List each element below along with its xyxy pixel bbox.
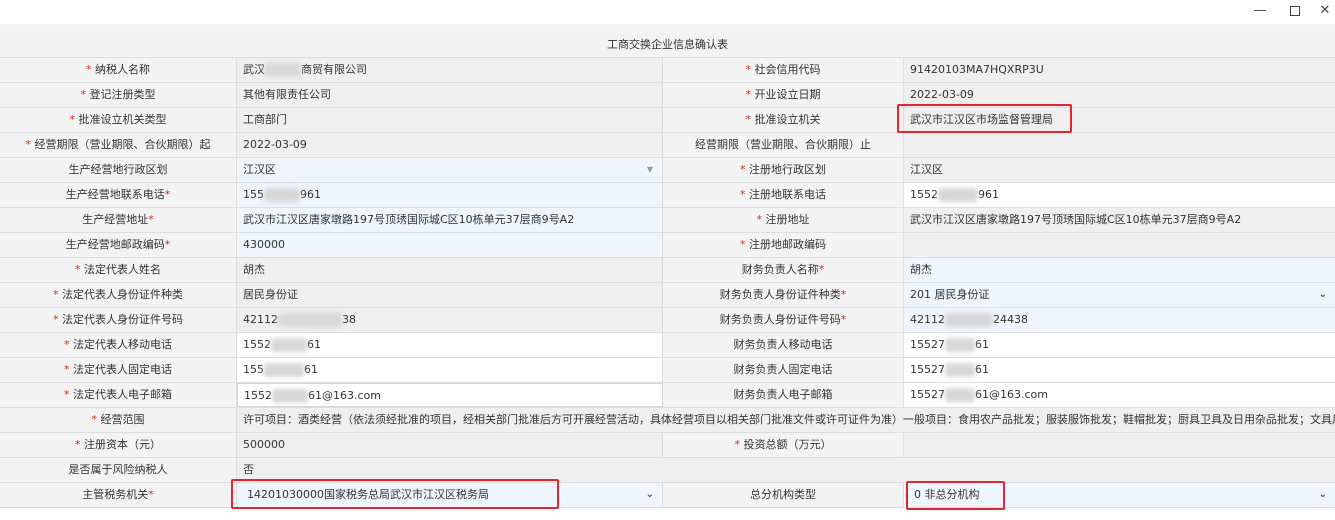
close-icon[interactable]: ✕ [1313, 2, 1335, 20]
row-id-type: * 法定代表人身份证件种类 居民身份证 财务负责人身份证件种类* 201 居民身… [0, 283, 1335, 308]
value-open-date: 2022-03-09 [904, 83, 1335, 107]
value-legal-id-type: 居民身份证 [237, 283, 663, 307]
value-term-start: 2022-03-09 [237, 133, 663, 157]
row-id-no: * 法定代表人身份证件号码 42112 38 财务负责人身份证件号码* 42112… [0, 308, 1335, 333]
biz-phone-input[interactable]: 155 961 [237, 183, 663, 207]
row-person-name: * 法定代表人姓名 胡杰 财务负责人名称* 胡杰 [0, 258, 1335, 283]
legal-email-input[interactable]: 1552 61@163.com [237, 383, 663, 407]
label-finance-id-no: 财务负责人身份证件号码* [663, 308, 904, 332]
row-postcode: 生产经营地邮政编码* 430000 * 注册地邮政编码 [0, 233, 1335, 258]
value-scope: 许可项目：酒类经营（依法须经批准的项目，经相关部门批准后方可开展经营活动，具体经… [237, 408, 1335, 432]
row-reg-type: * 登记注册类型 其他有限责任公司 * 开业设立日期 2022-03-09 [0, 83, 1335, 108]
finance-id-no-input[interactable]: 42112 24438 [904, 308, 1335, 332]
value-reg-district: 江汉区 [904, 158, 1335, 182]
label-biz-postcode: 生产经营地邮政编码* [0, 233, 237, 257]
value-reg-address: 武汉市江汉区唐家墩路197号顶琇国际城C区10栋单元37层商9号A2 [904, 208, 1335, 232]
value-approve-org-type: 工商部门 [237, 108, 663, 132]
minimize-icon[interactable]: — [1248, 2, 1272, 20]
label-capital: * 注册资本（元） [0, 433, 237, 457]
label-legal-id-type: * 法定代表人身份证件种类 [0, 283, 237, 307]
window-titlebar: — ✕ [0, 0, 1335, 24]
label-biz-address: 生产经营地址* [0, 208, 237, 232]
label-reg-district: * 注册地行政区划 [663, 158, 904, 182]
caret-down-icon: ▼ [646, 165, 653, 174]
row-email: * 法定代表人电子邮箱 1552 61@163.com 财务负责人电子邮箱 155… [0, 383, 1335, 408]
enterprise-info-form: 工商交换企业信息确认表 * 纳税人名称 武汉 商贸有限公司 * 社会信用代码 91… [0, 33, 1335, 508]
row-phone: 生产经营地联系电话* 155 961 * 注册地联系电话 1552 961 [0, 183, 1335, 208]
label-legal-id-no: * 法定代表人身份证件号码 [0, 308, 237, 332]
row-scope: * 经营范围 许可项目：酒类经营（依法须经批准的项目，经相关部门批准后方可开展经… [0, 408, 1335, 433]
label-legal-name: * 法定代表人姓名 [0, 258, 237, 282]
tax-authority-select[interactable]: 14201030000国家税务总局武汉市江汉区税务局 ⌄ [237, 483, 663, 507]
finance-mobile-input[interactable]: 15527 61 [904, 333, 1335, 357]
branch-type-select[interactable]: 0 非总分机构 ⌄ [904, 483, 1335, 507]
label-finance-fixed: 财务负责人固定电话 [663, 358, 904, 382]
label-reg-type: * 登记注册类型 [0, 83, 237, 107]
label-risk: 是否属于风险纳税人 [0, 458, 237, 482]
maximize-icon[interactable] [1283, 2, 1307, 20]
label-branch-type: 总分机构类型 [663, 483, 904, 507]
reg-phone-input[interactable]: 1552 961 [904, 183, 1335, 207]
label-biz-phone: 生产经营地联系电话* [0, 183, 237, 207]
label-finance-email: 财务负责人电子邮箱 [663, 383, 904, 407]
label-approve-org: * 批准设立机关 [663, 108, 904, 132]
value-investment [904, 433, 1335, 457]
legal-fixed-input[interactable]: 155 61 [237, 358, 663, 382]
row-address: 生产经营地址* 武汉市江汉区唐家墩路197号顶琇国际城C区10栋单元37层商9号… [0, 208, 1335, 233]
label-scope: * 经营范围 [0, 408, 237, 432]
biz-address-input[interactable]: 武汉市江汉区唐家墩路197号顶琇国际城C区10栋单元37层商9号A2 [237, 208, 663, 232]
label-finance-mobile: 财务负责人移动电话 [663, 333, 904, 357]
label-legal-fixed: * 法定代表人固定电话 [0, 358, 237, 382]
label-finance-id-type: 财务负责人身份证件种类* [663, 283, 904, 307]
row-district: 生产经营地行政区划 江汉区 ▼ * 注册地行政区划 江汉区 [0, 158, 1335, 183]
value-approve-org: 武汉市江汉区市场监督管理局 [904, 108, 1335, 132]
chevron-down-icon: ⌄ [1318, 289, 1327, 300]
label-reg-postcode: * 注册地邮政编码 [663, 233, 904, 257]
legal-mobile-input[interactable]: 1552 61 [237, 333, 663, 357]
row-tax-authority: 主管税务机关* 14201030000国家税务总局武汉市江汉区税务局 ⌄ 总分机构… [0, 483, 1335, 508]
label-reg-phone: * 注册地联系电话 [663, 183, 904, 207]
value-risk: 否 [237, 458, 1335, 482]
value-legal-id-no: 42112 38 [237, 308, 663, 332]
finance-fixed-input[interactable]: 15527 61 [904, 358, 1335, 382]
row-mobile: * 法定代表人移动电话 1552 61 财务负责人移动电话 15527 61 [0, 333, 1335, 358]
value-legal-name: 胡杰 [237, 258, 663, 282]
label-taxpayer-name: * 纳税人名称 [0, 58, 237, 82]
row-taxpayer-name: * 纳税人名称 武汉 商贸有限公司 * 社会信用代码 91420103MA7HQX… [0, 58, 1335, 83]
finance-name-input[interactable]: 胡杰 [904, 258, 1335, 282]
label-legal-mobile: * 法定代表人移动电话 [0, 333, 237, 357]
biz-postcode-input[interactable]: 430000 [237, 233, 663, 257]
form-title: 工商交换企业信息确认表 [0, 33, 1335, 58]
label-investment: * 投资总额（万元） [663, 433, 904, 457]
label-reg-address: * 注册地址 [663, 208, 904, 232]
value-reg-type: 其他有限责任公司 [237, 83, 663, 107]
finance-email-input[interactable]: 15527 61@163.com [904, 383, 1335, 407]
row-risk: 是否属于风险纳税人 否 [0, 458, 1335, 483]
label-approve-org-type: * 批准设立机关类型 [0, 108, 237, 132]
label-term-end: 经营期限（营业期限、合伙期限）止 [663, 133, 904, 157]
finance-id-type-select[interactable]: 201 居民身份证 ⌄ [904, 283, 1335, 307]
row-term: * 经营期限（营业期限、合伙期限）起 2022-03-09 经营期限（营业期限、… [0, 133, 1335, 158]
row-fixed-phone: * 法定代表人固定电话 155 61 财务负责人固定电话 15527 61 [0, 358, 1335, 383]
label-term-start: * 经营期限（营业期限、合伙期限）起 [0, 133, 237, 157]
label-biz-district: 生产经营地行政区划 [0, 158, 237, 182]
label-open-date: * 开业设立日期 [663, 83, 904, 107]
label-credit-code: * 社会信用代码 [663, 58, 904, 82]
row-approve-org: * 批准设立机关类型 工商部门 * 批准设立机关 武汉市江汉区市场监督管理局 [0, 108, 1335, 133]
chevron-down-icon: ⌄ [645, 489, 654, 500]
value-capital: 500000 [237, 433, 663, 457]
value-term-end [904, 133, 1335, 157]
biz-district-select[interactable]: 江汉区 ▼ [237, 158, 663, 182]
label-finance-name: 财务负责人名称* [663, 258, 904, 282]
value-reg-postcode [904, 233, 1335, 257]
label-tax-authority: 主管税务机关* [0, 483, 237, 507]
row-capital: * 注册资本（元） 500000 * 投资总额（万元） [0, 433, 1335, 458]
chevron-down-icon: ⌄ [1318, 489, 1327, 500]
value-taxpayer-name: 武汉 商贸有限公司 [237, 58, 663, 82]
label-legal-email: * 法定代表人电子邮箱 [0, 383, 237, 407]
value-credit-code: 91420103MA7HQXRP3U [904, 58, 1335, 82]
